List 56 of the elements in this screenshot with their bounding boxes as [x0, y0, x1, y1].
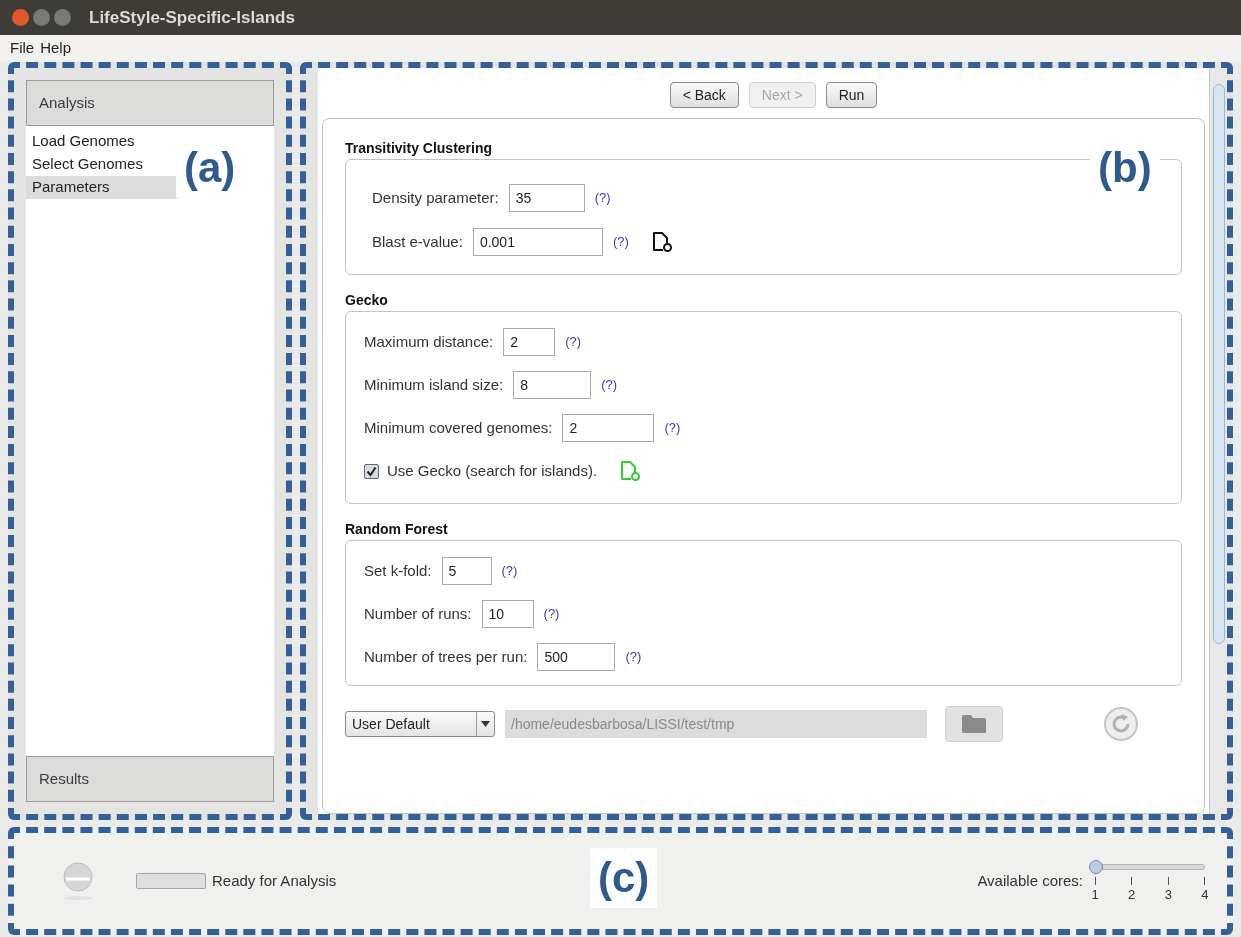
slider-thumb[interactable] [1089, 860, 1103, 875]
tick-label: 1 [1091, 886, 1099, 905]
tick-label: 3 [1164, 886, 1172, 905]
maximize-button[interactable] [54, 9, 71, 26]
wizard-button[interactable]: Run [825, 82, 878, 108]
field-label: Density parameter: [372, 187, 499, 208]
input-field[interactable]: 5 [441, 557, 492, 585]
help-link[interactable]: (?) [664, 418, 681, 438]
section-title: Transitivity Clustering [345, 139, 494, 158]
step-item[interactable]: Parameters [26, 176, 178, 199]
checkbox[interactable] [364, 463, 379, 479]
status-message: Ready for Analysis [212, 870, 337, 891]
file-add-icon[interactable] [650, 231, 673, 253]
help-link[interactable]: (?) [543, 604, 560, 624]
folder-button[interactable] [945, 706, 1003, 742]
field-label: Minimum covered genomes: [364, 417, 553, 438]
checkbox-label[interactable]: Use Gecko (search for islands). [387, 459, 598, 483]
scrollbar-thumb[interactable] [1212, 84, 1225, 644]
section-title: Random Forest [345, 520, 449, 539]
cores-label: Available cores: [977, 870, 1083, 891]
field-label: Set k-fold: [364, 560, 432, 581]
menu-item[interactable]: Help [40, 37, 72, 60]
help-link[interactable]: (?) [612, 232, 629, 252]
folder-icon [961, 714, 987, 734]
wizard-button[interactable]: < Back [669, 82, 739, 108]
refresh-icon[interactable] [1103, 706, 1139, 742]
field-label: Blast e-value: [372, 231, 463, 252]
input-field[interactable]: 2 [562, 414, 655, 442]
help-link[interactable]: (?) [601, 375, 618, 395]
tick-label: 2 [1128, 886, 1136, 905]
help-link[interactable]: (?) [625, 647, 642, 667]
minimize-button[interactable] [33, 9, 50, 26]
help-link[interactable]: (?) [565, 332, 582, 352]
scrollbar[interactable] [1209, 68, 1227, 814]
help-link[interactable]: (?) [501, 561, 518, 581]
profile-dropdown[interactable]: User Default [345, 711, 495, 737]
field-label: Minimum island size: [364, 374, 504, 395]
field-label: Number of runs: [364, 603, 472, 624]
input-field[interactable]: 500 [537, 643, 616, 671]
close-button[interactable] [12, 9, 29, 26]
help-link[interactable]: (?) [594, 188, 611, 208]
annotation-label: (c) [590, 848, 658, 908]
results-header[interactable]: Results [26, 756, 274, 802]
logo-icon [60, 861, 96, 901]
input-field[interactable]: 35 [508, 184, 585, 212]
tick-label: 4 [1201, 886, 1209, 905]
menu-item[interactable]: File [10, 37, 35, 60]
input-field[interactable]: 2 [503, 328, 556, 356]
input-field[interactable]: 8 [513, 371, 592, 399]
analysis-header[interactable]: Analysis [26, 80, 274, 126]
field-label: Number of trees per run: [364, 646, 528, 667]
field-label: Maximum distance: [364, 331, 494, 352]
window-title: LifeStyle-Specific-Islands [89, 6, 295, 29]
input-field[interactable]: 10 [481, 600, 534, 628]
section-title: Gecko [345, 291, 389, 310]
input-field[interactable]: 0.001 [472, 228, 603, 256]
